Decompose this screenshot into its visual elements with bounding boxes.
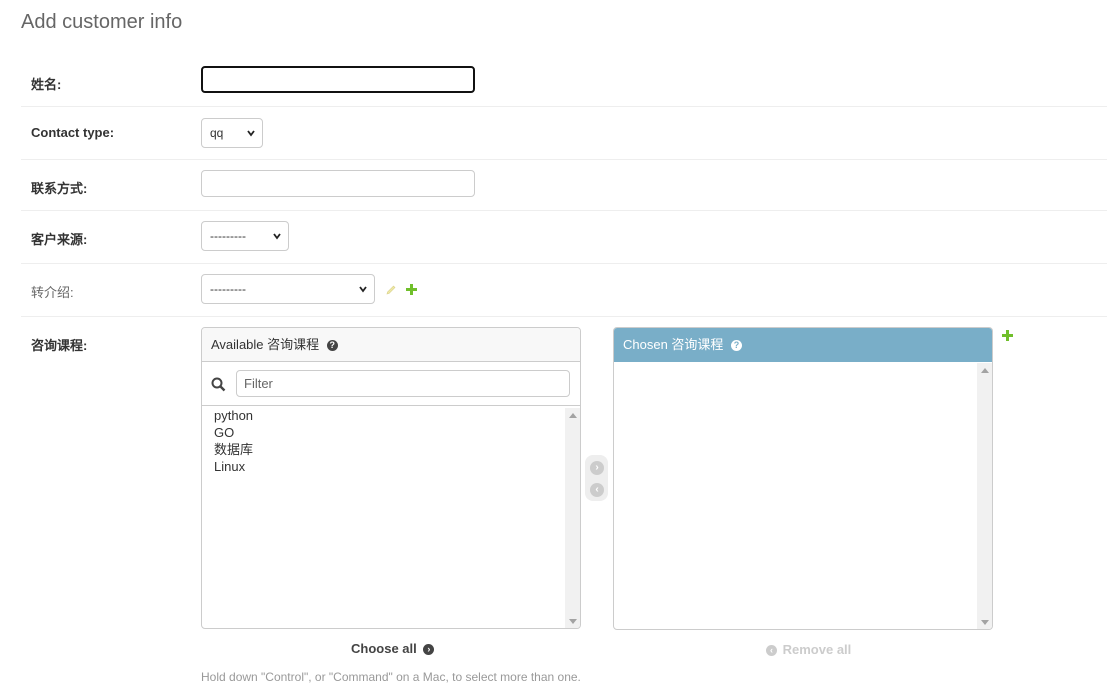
available-courses-header: Available 咨询课程 ? <box>202 328 580 362</box>
list-item[interactable]: GO <box>214 424 568 441</box>
page-title: Add customer info <box>21 11 183 33</box>
filter-input[interactable]: Filter <box>236 370 570 397</box>
form-row-contact-type: Contact type: qq <box>21 107 1107 160</box>
chosen-courses-box: Chosen 咨询课程 ? <box>613 327 993 630</box>
question-icon: ? <box>731 340 743 352</box>
referral-value: --------- <box>210 282 246 296</box>
contact-label: 联系方式: <box>31 181 88 196</box>
list-item[interactable]: python <box>214 407 568 424</box>
filter-row: Filter <box>202 362 580 406</box>
move-buttons: › ‹ <box>585 455 608 501</box>
available-courses-box: Available 咨询课程 ? Filter python GO 数据库 Li… <box>201 327 581 629</box>
referral-label: 转介绍: <box>31 285 74 300</box>
form-row-contact: 联系方式: <box>21 160 1107 211</box>
scrollbar[interactable] <box>977 363 992 629</box>
arrow-left-circle-icon: ‹ <box>766 645 777 657</box>
chevron-down-icon <box>273 233 281 240</box>
choose-all-label: Choose all <box>351 641 417 656</box>
contact-input[interactable] <box>201 170 475 197</box>
name-label: 姓名: <box>31 77 62 92</box>
arrow-right-circle-icon[interactable]: › <box>590 461 604 475</box>
source-select[interactable]: --------- <box>201 221 289 251</box>
question-icon: ? <box>326 340 338 352</box>
list-item[interactable]: 数据库 <box>214 441 568 458</box>
chevron-down-icon <box>247 130 255 137</box>
arrow-left-circle-icon[interactable]: ‹ <box>590 483 604 497</box>
scroll-up-icon[interactable] <box>981 368 989 373</box>
scrollbar[interactable] <box>565 408 580 628</box>
remove-all-button[interactable]: ‹ Remove all <box>766 642 851 657</box>
plus-icon[interactable] <box>1002 330 1013 341</box>
search-icon <box>211 377 226 392</box>
scroll-down-icon[interactable] <box>981 620 989 625</box>
choose-all-button[interactable]: Choose all › <box>351 641 435 656</box>
chosen-courses-header: Chosen 咨询课程 ? <box>614 328 992 362</box>
contact-type-select[interactable]: qq <box>201 118 263 148</box>
courses-label: 咨询课程: <box>31 338 88 353</box>
source-value: --------- <box>210 229 246 243</box>
available-courses-title: Available 咨询课程 <box>211 337 320 352</box>
pencil-icon[interactable] <box>385 284 397 296</box>
source-label: 客户来源: <box>31 232 88 247</box>
list-item[interactable]: Linux <box>214 458 568 475</box>
form-row-name: 姓名: <box>21 55 1107 107</box>
chosen-options-list[interactable] <box>614 362 992 628</box>
plus-icon[interactable] <box>406 284 417 295</box>
chosen-courses-title: Chosen 咨询课程 <box>623 337 724 352</box>
form-row-referral: 转介绍: --------- <box>21 264 1107 317</box>
contact-type-label: Contact type: <box>31 125 115 140</box>
name-input[interactable] <box>201 66 475 93</box>
chevron-down-icon <box>359 286 367 293</box>
contact-type-value: qq <box>210 126 224 140</box>
remove-all-label: Remove all <box>782 642 852 657</box>
available-options-list[interactable]: python GO 数据库 Linux <box>202 406 580 476</box>
scroll-down-icon[interactable] <box>569 619 577 624</box>
scroll-up-icon[interactable] <box>569 413 577 418</box>
arrow-right-circle-icon: › <box>423 644 435 656</box>
referral-select[interactable]: --------- <box>201 274 375 304</box>
form-row-source: 客户来源: --------- <box>21 211 1107 264</box>
